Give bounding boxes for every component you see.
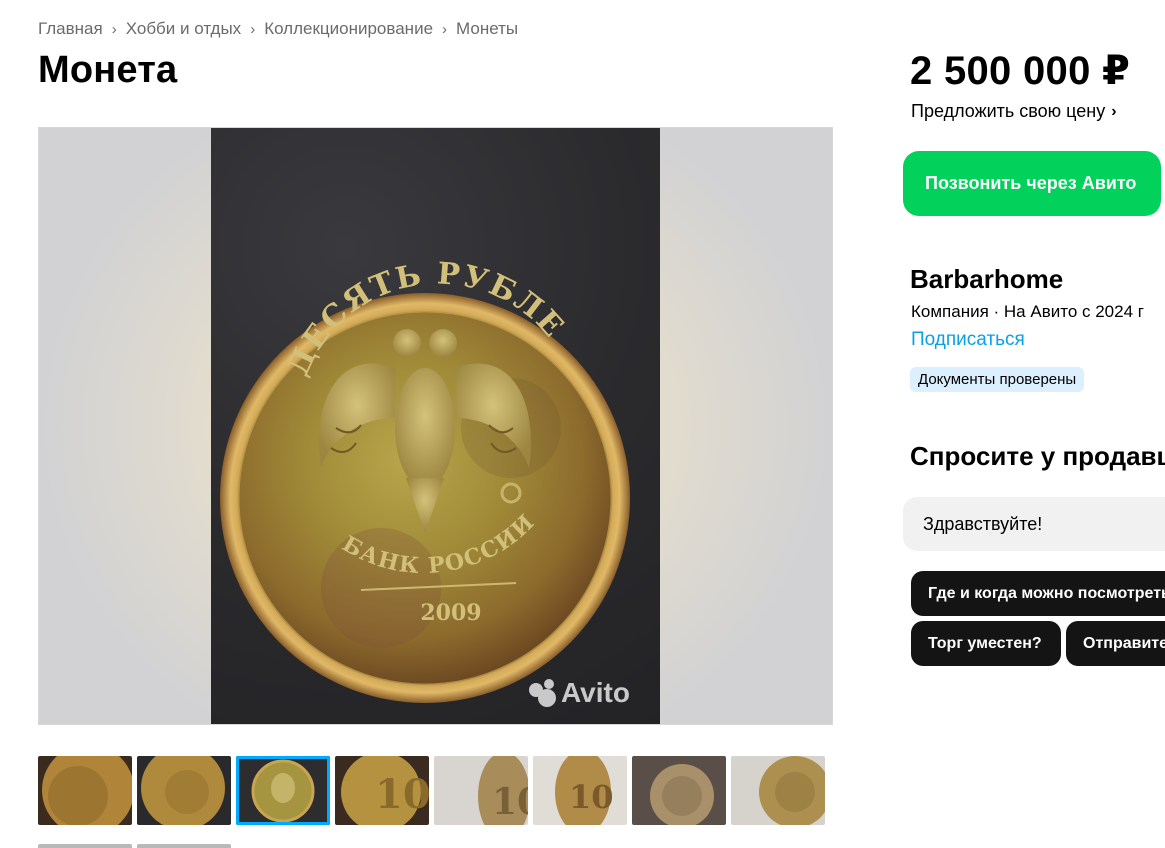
- quick-question-shipping[interactable]: Отправите?: [1066, 621, 1165, 666]
- thumbnail-strip-row-2: [38, 844, 231, 848]
- thumbnail-7[interactable]: [632, 756, 726, 825]
- subscribe-link[interactable]: Подписаться: [911, 329, 1025, 351]
- thumbnail-2[interactable]: [137, 756, 231, 825]
- breadcrumb-coins[interactable]: Монеты: [456, 19, 518, 39]
- thumbnail-strip: 10 10 10: [38, 756, 825, 825]
- coin-photo[interactable]: ДЕСЯТЬ РУБЛЕЙ БАНК РОССИИ 2009: [211, 128, 660, 724]
- verified-badge: Документы проверены: [910, 367, 1085, 392]
- seller-name[interactable]: Barbarhome: [910, 264, 1063, 295]
- breadcrumb: Главная › Хобби и отдых › Коллекциониров…: [38, 19, 518, 39]
- seller-meta: Компания · На Авито с 2024 г: [911, 302, 1144, 321]
- quick-question-where-when[interactable]: Где и когда можно посмотреть?: [911, 571, 1165, 616]
- breadcrumb-collecting[interactable]: Коллекционирование: [264, 19, 433, 39]
- svg-text:10: 10: [375, 771, 429, 818]
- chevron-right-icon: ›: [442, 20, 448, 38]
- svg-text:10: 10: [569, 778, 614, 816]
- chevron-right-icon: ›: [111, 20, 117, 38]
- avito-watermark: Avito: [529, 677, 630, 708]
- svg-text:10: 10: [492, 781, 528, 823]
- avito-watermark-text: Avito: [561, 677, 630, 708]
- chevron-right-icon: ›: [1111, 102, 1117, 120]
- thumbnail-8[interactable]: [731, 756, 825, 825]
- thumbnail-10[interactable]: [137, 844, 231, 848]
- thumbnail-5[interactable]: 10: [434, 756, 528, 825]
- coin-year: 2009: [420, 600, 481, 626]
- ask-seller-title: Спросите у продавца: [910, 441, 1165, 471]
- thumbnail-3[interactable]: [236, 756, 330, 825]
- call-button[interactable]: Позвонить через Авито: [903, 151, 1161, 216]
- offer-price-link[interactable]: Предложить свою цену ›: [911, 101, 1117, 122]
- main-photo[interactable]: ДЕСЯТЬ РУБЛЕЙ БАНК РОССИИ 2009: [38, 127, 833, 725]
- price: 2 500 000 ₽: [910, 49, 1131, 93]
- quick-question-bargain[interactable]: Торг уместен?: [911, 621, 1061, 666]
- chevron-right-icon: ›: [250, 20, 256, 38]
- coin-image: ДЕСЯТЬ РУБЛЕЙ БАНК РОССИИ 2009: [211, 128, 630, 708]
- thumbnail-9[interactable]: [38, 844, 132, 848]
- breadcrumb-home[interactable]: Главная: [38, 19, 103, 39]
- page-title: Монета: [38, 49, 178, 91]
- breadcrumb-hobby[interactable]: Хобби и отдых: [126, 19, 241, 39]
- offer-price-label: Предложить свою цену: [911, 101, 1106, 121]
- message-input[interactable]: [903, 497, 1165, 551]
- thumbnail-4[interactable]: 10: [335, 756, 429, 825]
- thumbnail-6[interactable]: 10: [533, 756, 627, 825]
- thumbnail-1[interactable]: [38, 756, 132, 825]
